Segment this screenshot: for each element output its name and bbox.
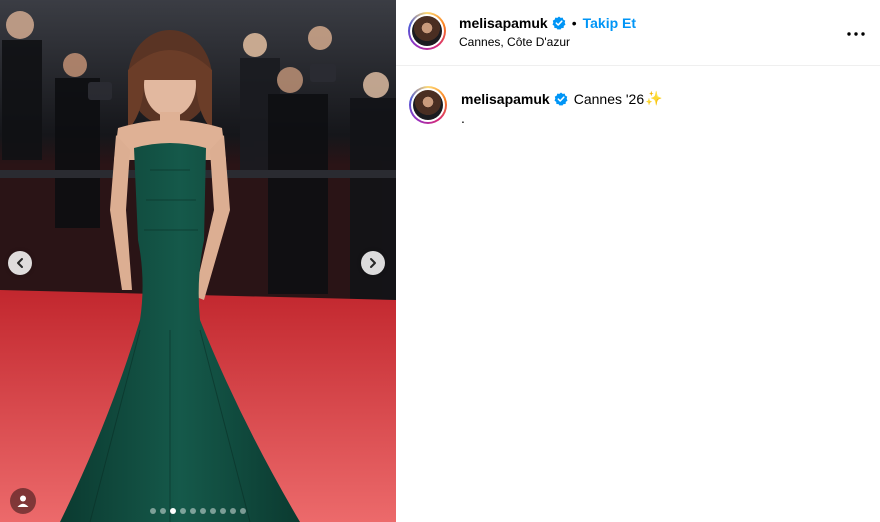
chevron-left-icon xyxy=(17,258,23,268)
carousel-dot xyxy=(180,508,186,514)
chevron-right-icon xyxy=(370,258,376,268)
caption-avatar[interactable] xyxy=(409,86,447,124)
carousel-prev-button[interactable] xyxy=(8,251,32,275)
carousel-dot xyxy=(170,508,176,514)
carousel-dot xyxy=(150,508,156,514)
post-photo xyxy=(0,0,396,522)
post-author-username[interactable]: melisapamuk xyxy=(459,15,548,31)
avatar[interactable] xyxy=(408,12,446,50)
carousel-next-button[interactable] xyxy=(361,251,385,275)
follow-button[interactable]: Takip Et xyxy=(583,15,636,31)
carousel-indicator xyxy=(0,508,396,514)
carousel-dot xyxy=(230,508,236,514)
user-tag-icon xyxy=(17,495,29,507)
post-location-link[interactable]: Cannes, Côte D'azur xyxy=(459,35,570,49)
carousel-dot xyxy=(210,508,216,514)
caption-text: Cannes '26 xyxy=(573,90,645,107)
carousel-dot xyxy=(200,508,206,514)
carousel-dot xyxy=(160,508,166,514)
verified-badge-icon xyxy=(552,16,566,30)
post-media-carousel[interactable] xyxy=(0,0,396,522)
more-options-button[interactable] xyxy=(844,22,868,46)
caption-second-line: . xyxy=(461,110,465,126)
caption-username[interactable]: melisapamuk xyxy=(461,91,550,107)
post-header: melisapamuk • Takip Et Cannes, Côte D'az… xyxy=(396,0,880,66)
sparkles-emoji: ✨ xyxy=(645,90,663,106)
carousel-dot xyxy=(190,508,196,514)
header-separator: • xyxy=(571,15,577,31)
verified-badge-icon xyxy=(554,92,568,106)
carousel-dot xyxy=(240,508,246,514)
carousel-dot xyxy=(220,508,226,514)
more-horizontal-icon xyxy=(847,32,865,36)
post-side-panel: melisapamuk • Takip Et Cannes, Côte D'az… xyxy=(396,0,880,522)
